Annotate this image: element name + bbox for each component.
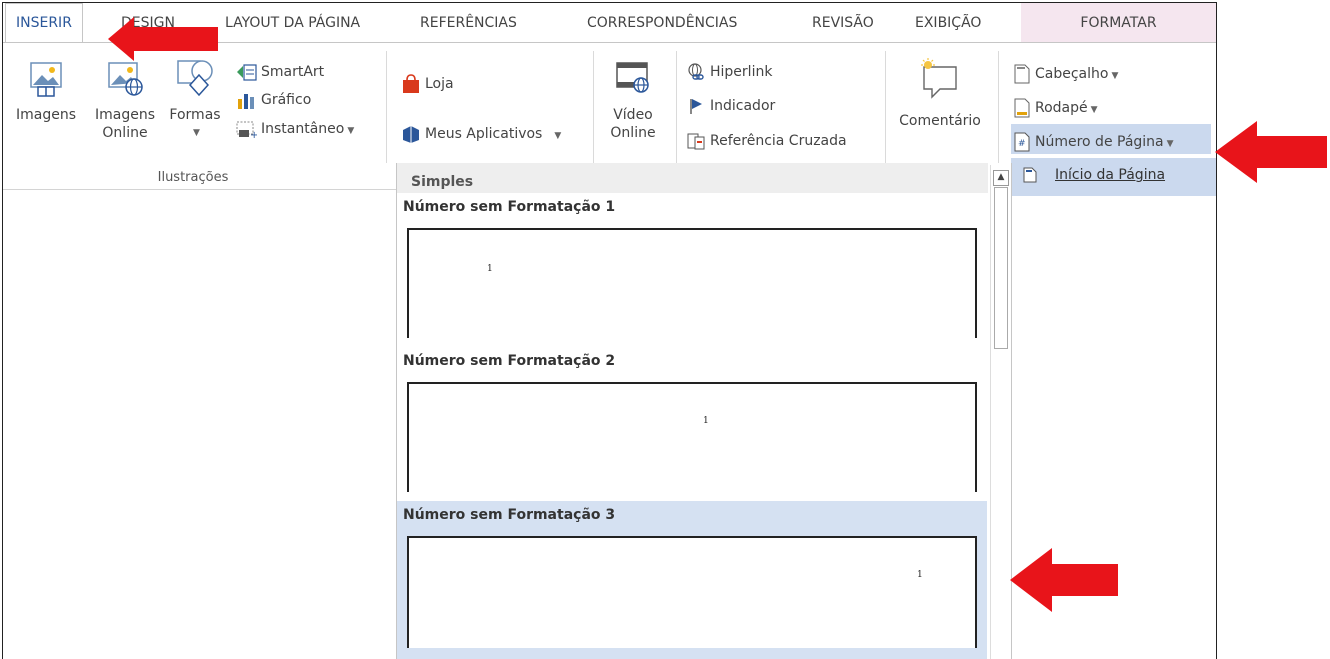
tab-formatar[interactable]: FORMATAR xyxy=(1021,3,1216,43)
numero-pagina-submenu: Início da Página xyxy=(1011,158,1216,196)
page-top-icon xyxy=(1023,167,1037,183)
header-icon xyxy=(1014,64,1030,84)
group-label-ilustracoes: Ilustrações xyxy=(157,170,229,185)
formas-button[interactable]: Formas ▼ xyxy=(166,57,224,142)
cabecalho-button[interactable]: Cabeçalho ▼ xyxy=(1013,63,1118,85)
footer-icon xyxy=(1014,98,1030,118)
gallery-item[interactable]: Número sem Formatação 1 1 xyxy=(397,193,987,343)
arrow-left-icon xyxy=(1215,121,1327,183)
bookmark-flag-icon xyxy=(690,99,702,114)
chevron-down-icon: ▼ xyxy=(554,131,562,141)
hyperlink-icon xyxy=(688,63,704,80)
rodape-button[interactable]: Rodapé ▼ xyxy=(1013,97,1098,119)
grafico-button[interactable]: Gráfico xyxy=(235,89,311,111)
tab-inserir[interactable]: INSERIR xyxy=(5,3,83,43)
tab-correspondencias[interactable]: CORRESPONDÊNCIAS xyxy=(587,3,737,43)
chevron-down-icon: ▼ xyxy=(1090,105,1098,115)
tab-referencias[interactable]: REFERÊNCIAS xyxy=(420,3,517,43)
gallery-item-title: Número sem Formatação 3 xyxy=(403,507,616,523)
tab-revisao[interactable]: REVISÃO xyxy=(812,3,874,43)
ribbon-divider xyxy=(998,51,999,163)
gallery-item-thumbnail: 1 xyxy=(407,228,977,338)
tab-layout[interactable]: LAYOUT DA PÁGINA xyxy=(225,3,360,43)
referencia-cruzada-button[interactable]: Referência Cruzada xyxy=(686,130,847,152)
group-ilustracoes: Imagens Imagens Online Formas ▼ SmartArt… xyxy=(3,43,383,189)
ribbon-divider xyxy=(593,51,594,163)
arrow-left-icon xyxy=(1010,548,1118,612)
shapes-icon xyxy=(177,60,213,97)
scroll-thumb[interactable] xyxy=(994,187,1008,349)
comentario-button[interactable]: Comentário xyxy=(893,57,987,130)
picture-icon xyxy=(30,62,62,97)
chevron-down-icon: ▼ xyxy=(347,126,355,136)
gallery-section-header: Simples xyxy=(397,163,988,193)
gallery-item[interactable]: Número sem Formatação 2 1 xyxy=(397,348,987,498)
apps-icon xyxy=(403,126,419,143)
page-number-preview: 1 xyxy=(703,416,709,426)
chevron-down-icon: ▼ xyxy=(1166,139,1174,149)
imagens-button[interactable]: Imagens xyxy=(11,57,81,124)
gallery-item-thumbnail: 1 xyxy=(407,382,977,492)
hiperlink-button[interactable]: Hiperlink xyxy=(686,61,772,83)
smartart-button[interactable]: SmartArt xyxy=(235,61,324,83)
loja-button[interactable]: Loja xyxy=(401,73,454,95)
online-picture-icon xyxy=(108,62,143,96)
page-number-preview: 1 xyxy=(917,570,923,580)
screenshot-icon: + xyxy=(236,121,257,139)
instantaneo-button[interactable]: + Instantâneo▼ xyxy=(235,118,354,140)
svg-text:+: + xyxy=(250,130,257,139)
comment-icon xyxy=(921,58,957,99)
arrow-left-icon xyxy=(108,17,218,61)
chart-icon xyxy=(238,94,254,109)
gallery-scrollbar[interactable]: ▲ xyxy=(990,165,1011,659)
numero-pagina-button[interactable]: # Número de Página ▼ xyxy=(1013,131,1174,153)
store-icon xyxy=(403,74,419,93)
inicio-pagina-item[interactable]: Início da Página xyxy=(1023,167,1165,183)
smartart-icon xyxy=(237,64,257,81)
svg-text:#: # xyxy=(1018,139,1026,149)
cross-reference-icon xyxy=(687,133,705,150)
gallery-item-selected[interactable]: Número sem Formatação 3 1 xyxy=(397,501,987,659)
ribbon-divider xyxy=(885,51,886,163)
imagens-online-button[interactable]: Imagens Online xyxy=(87,57,163,142)
meus-aplicativos-button[interactable]: Meus Aplicativos ▼ xyxy=(401,123,561,145)
gallery-item-title: Número sem Formatação 1 xyxy=(403,199,616,215)
indicador-button[interactable]: Indicador xyxy=(686,95,775,117)
gallery-item-thumbnail: 1 xyxy=(407,536,977,648)
ribbon-divider xyxy=(386,51,387,163)
page-number-preview: 1 xyxy=(487,264,493,274)
chevron-down-icon: ▼ xyxy=(193,128,200,138)
ribbon-divider xyxy=(676,51,677,163)
scroll-up-icon[interactable]: ▲ xyxy=(993,170,1009,186)
page-number-icon: # xyxy=(1014,132,1030,152)
online-video-icon xyxy=(616,62,649,93)
video-online-button[interactable]: Vídeo Online xyxy=(603,57,663,142)
tab-exibicao[interactable]: EXIBIÇÃO xyxy=(915,3,981,43)
page-number-gallery: Simples ▲ Número sem Formatação 1 1 Núme… xyxy=(396,163,1012,659)
chevron-down-icon: ▼ xyxy=(1111,71,1119,81)
gallery-item-title: Número sem Formatação 2 xyxy=(403,353,616,369)
